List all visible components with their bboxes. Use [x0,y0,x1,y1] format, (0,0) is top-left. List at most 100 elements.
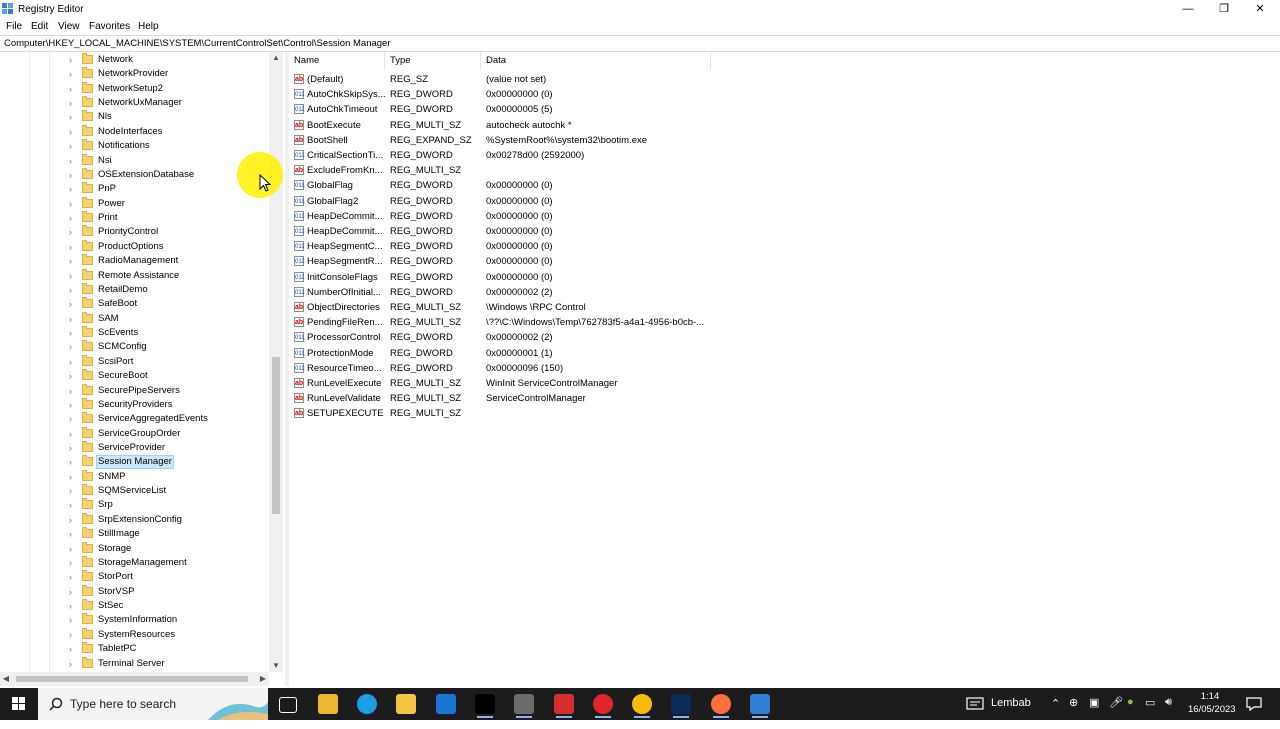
value-row[interactable]: ab BootShell REG_EXPAND_SZ %SystemRoot%\sys… [289,133,989,148]
value-row[interactable]: 011 AutoChkTimeout REG_DWORD 0x00000005 (5) [289,102,989,117]
task-view-icon[interactable] [279,697,297,713]
expand-chevron-icon[interactable]: › [69,556,77,570]
tree-hscroll-thumb[interactable] [16,676,248,682]
opera-browser-icon[interactable] [593,694,613,718]
expand-chevron-icon[interactable]: › [69,441,77,455]
edge-browser-icon[interactable] [357,694,377,714]
tree-item[interactable]: › SNMP [64,469,264,484]
expand-chevron-icon[interactable]: › [69,599,77,613]
registry-editor-icon[interactable] [750,694,770,718]
tree-item[interactable]: › SecurityProviders [64,397,264,412]
tree-item[interactable]: › SecurePipeServers [64,383,264,398]
expand-chevron-icon[interactable]: › [69,470,77,484]
value-row[interactable]: ab PendingFileRen... REG_MULTI_SZ \??\C:\Wi… [289,315,989,330]
tree-item[interactable]: › Remote Assistance [64,268,264,283]
tree-item[interactable]: › NetworkUxManager [64,96,264,110]
tree-item[interactable]: › SafeBoot [64,297,264,311]
column-type[interactable]: Type [385,52,481,70]
expand-chevron-icon[interactable]: › [69,326,77,340]
app-icon-b[interactable] [554,694,574,718]
tree-item[interactable]: › ServiceProvider [64,440,264,455]
menu-edit[interactable]: Edit [31,21,48,32]
expand-chevron-icon[interactable]: › [69,269,77,283]
tree-item[interactable]: › RadioManagement [64,254,264,268]
expand-chevron-icon[interactable]: › [69,254,77,268]
microphone-icon[interactable]: 🎤︎ [1109,696,1123,728]
tree-item[interactable]: › PnP [64,182,264,196]
tree-item[interactable]: › StorageManagement [64,555,264,570]
taskbar-clock[interactable]: 1:14 16/05/2023 [1188,690,1236,716]
expand-chevron-icon[interactable]: › [69,412,77,426]
battery-icon[interactable]: ▭ [1145,696,1155,728]
tree-item[interactable]: › ScsiPort [64,354,264,369]
network-globe-icon[interactable]: ⊕ [1069,696,1078,728]
scroll-down-icon[interactable]: ▼ [269,660,283,672]
expand-chevron-icon[interactable]: › [69,139,77,153]
expand-chevron-icon[interactable]: › [69,82,77,96]
tree-item[interactable]: › RetailDemo [64,282,264,297]
expand-chevron-icon[interactable]: › [69,125,77,139]
expand-chevron-icon[interactable]: › [69,384,77,398]
tree-item[interactable]: › NetworkSetup2 [64,81,264,96]
tree-item[interactable]: › PriorityControl [64,225,264,239]
value-row[interactable]: 011 ProcessorControl REG_DWORD 0x00000002 (… [289,330,989,345]
expand-chevron-icon[interactable]: › [69,225,77,239]
tree-item[interactable]: › SQMServiceList [64,484,264,498]
close-button[interactable]: ✕ [1242,0,1278,18]
value-row[interactable]: ab SETUPEXECUTE REG_MULTI_SZ [289,406,989,421]
expand-chevron-icon[interactable]: › [69,427,77,441]
menu-help[interactable]: Help [138,21,159,32]
tree-item[interactable]: › Print [64,211,264,225]
expand-chevron-icon[interactable]: › [69,53,77,67]
file-explorer-icon[interactable] [396,694,416,714]
tree-item[interactable]: › SecureBoot [64,369,264,383]
tree-item[interactable]: › ServiceGroupOrder [64,426,264,441]
tree-item[interactable]: › SCMConfig [64,340,264,354]
volume-icon[interactable]: 🔊︎ [1165,696,1172,728]
expand-chevron-icon[interactable]: › [69,527,77,541]
app-icon-a[interactable] [514,694,534,718]
firefox-browser-icon[interactable] [711,694,731,718]
value-row[interactable]: 011 CriticalSectionTi... REG_DWORD 0x00278d… [289,148,989,163]
usb-device-icon[interactable]: ▣ [1089,696,1099,728]
value-row[interactable]: 011 ResourceTimeo... REG_DWORD 0x00000096 (… [289,361,989,376]
tree-item[interactable]: › OSExtensionDatabase [64,167,264,182]
tree-item[interactable]: › Session Manager [64,455,264,470]
menu-file[interactable]: File [6,21,22,32]
tree-item[interactable]: › Power [64,196,264,211]
menu-view[interactable]: View [58,21,80,32]
expand-chevron-icon[interactable]: › [69,297,77,311]
expand-chevron-icon[interactable]: › [69,67,77,81]
expand-chevron-icon[interactable]: › [69,340,77,354]
scroll-left-icon[interactable]: ◀ [0,672,12,686]
tree-horizontal-scrollbar[interactable]: ◀ ▶ [0,672,269,686]
expand-chevron-icon[interactable]: › [69,498,77,512]
tree-item[interactable]: › StillImage [64,527,264,541]
column-name[interactable]: Name [289,52,385,70]
expand-chevron-icon[interactable]: › [69,182,77,196]
tree-item[interactable]: › ServiceAggregatedEvents [64,412,264,426]
tree-item[interactable]: › ProductOptions [64,239,264,254]
value-row[interactable]: 011 HeapDeCommit... REG_DWORD 0x00000000 (0… [289,209,989,224]
value-row[interactable]: 011 AutoChkSkipSys... REG_DWORD 0x00000000 … [289,87,989,102]
tree-item[interactable]: › SrpExtensionConfig [64,512,264,527]
terminal-icon[interactable] [475,694,495,718]
expand-chevron-icon[interactable]: › [69,96,77,110]
tree-item[interactable]: › SAM [64,311,264,326]
expand-chevron-icon[interactable]: › [69,570,77,584]
microsoft-store-icon[interactable] [318,694,338,714]
maximize-button[interactable]: ❐ [1206,0,1242,18]
value-row[interactable]: 011 GlobalFlag REG_DWORD 0x00000000 (0) [289,178,989,193]
value-row[interactable]: ab BootExecute REG_MULTI_SZ autocheck autoc… [289,118,989,133]
tree-item[interactable]: › SystemResources [64,627,264,642]
chrome-browser-icon[interactable] [632,694,652,718]
show-hidden-icons-icon[interactable]: ⌃ [1051,697,1060,729]
tree-item[interactable]: › StorVSP [64,584,264,599]
expand-chevron-icon[interactable]: › [69,355,77,369]
column-data[interactable]: Data [481,52,711,70]
mail-icon[interactable] [436,694,456,714]
tree-item[interactable]: › Nls [64,110,264,124]
expand-chevron-icon[interactable]: › [69,211,77,225]
weather-icon[interactable] [966,696,984,712]
value-row[interactable]: ab RunLevelValidate REG_MULTI_SZ ServiceCon… [289,391,989,406]
